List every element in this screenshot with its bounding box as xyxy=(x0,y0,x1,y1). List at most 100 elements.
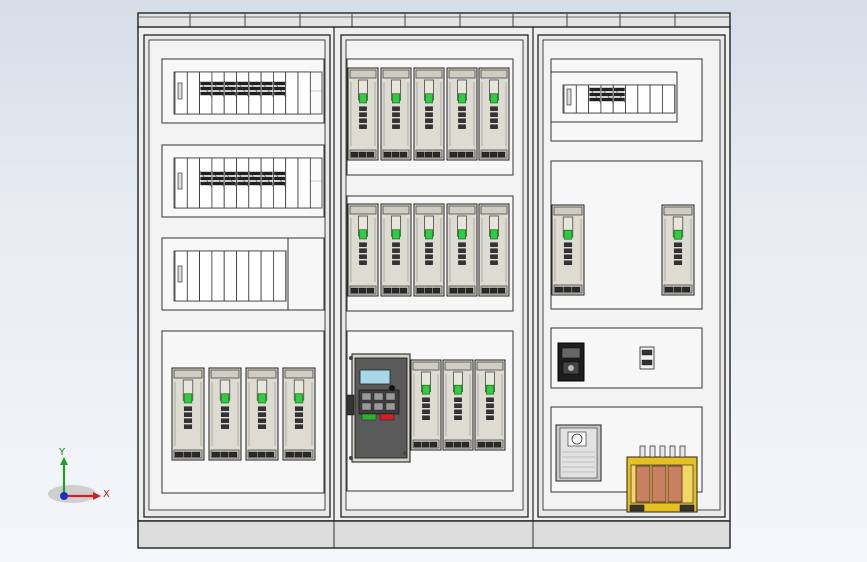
drive-connector xyxy=(392,118,400,123)
contactor-terminal xyxy=(641,359,653,366)
stop-key xyxy=(379,413,395,421)
transformer-terminal xyxy=(639,445,646,458)
vfd-unit xyxy=(555,424,602,482)
drive-connector xyxy=(458,248,466,253)
drive-connector xyxy=(458,106,466,111)
terminal-strip xyxy=(161,144,325,218)
servo-drive xyxy=(478,67,510,161)
triad-y-label: Y xyxy=(58,447,66,458)
drive-connector xyxy=(183,424,193,429)
drive-terminal xyxy=(366,287,375,294)
drive-connector xyxy=(454,397,462,402)
drive-terminal xyxy=(383,287,392,294)
inverter-unit xyxy=(346,353,411,463)
drive-terminal xyxy=(449,287,458,294)
drive-terminal xyxy=(391,151,400,158)
drive-terminal xyxy=(682,286,691,293)
terminal-strip xyxy=(550,71,678,123)
terminal-screw xyxy=(237,176,249,181)
drive-terminal xyxy=(457,151,466,158)
terminal-screw xyxy=(274,86,285,91)
drive-terminal xyxy=(485,441,494,448)
servo-drive xyxy=(347,203,379,297)
drive-connector xyxy=(425,248,433,253)
drive-display xyxy=(359,229,367,240)
transformer-foot xyxy=(629,504,645,512)
drive-top-vent xyxy=(412,361,440,371)
drive-terminal xyxy=(429,441,438,448)
drive-connector xyxy=(294,418,304,423)
keypad-key xyxy=(361,392,372,401)
drive-terminal xyxy=(424,287,433,294)
drive-terminal xyxy=(554,286,563,293)
breaker-knob-icon xyxy=(568,365,574,371)
keypad-key xyxy=(361,402,372,411)
drive-terminal xyxy=(383,151,392,158)
servo-drive xyxy=(208,367,242,461)
drive-terminal xyxy=(192,451,201,458)
servo-drive xyxy=(442,359,474,451)
drive-terminal xyxy=(673,286,682,293)
drive-connector xyxy=(490,260,498,265)
drive-connector xyxy=(425,254,433,259)
drive-connector xyxy=(422,403,430,408)
terminal-block xyxy=(248,250,262,302)
terminal-block xyxy=(285,157,299,209)
drive-terminal xyxy=(664,286,673,293)
drive-top-vent xyxy=(415,69,443,79)
drive-top-vent xyxy=(476,361,504,371)
drive-terminal xyxy=(416,151,425,158)
drive-connector xyxy=(359,260,367,265)
transformer-terminal xyxy=(669,445,676,458)
drive-connector xyxy=(490,112,498,117)
drive-terminal xyxy=(489,287,498,294)
transformer-terminal xyxy=(679,445,686,458)
drive-terminal xyxy=(477,441,486,448)
terminal-block xyxy=(297,71,311,115)
terminal-screw xyxy=(212,176,224,181)
drive-terminal xyxy=(481,287,490,294)
drive-connector xyxy=(183,418,193,423)
electrical-cabinet-drawing: X Y xyxy=(48,12,731,549)
drive-display xyxy=(392,93,400,104)
drive-top-vent xyxy=(382,205,410,215)
triad-plane-ellipse xyxy=(48,485,96,503)
drive-connector xyxy=(359,112,367,117)
drive-connector xyxy=(392,106,400,111)
terminal-screw xyxy=(249,86,261,91)
terminal-screw xyxy=(224,176,236,181)
drive-terminal xyxy=(350,287,359,294)
servo-drive xyxy=(551,204,585,296)
drive-terminal xyxy=(285,451,294,458)
drive-connector xyxy=(257,406,267,411)
drive-terminal xyxy=(416,287,425,294)
drive-display xyxy=(458,229,466,240)
terminal-strip xyxy=(161,237,289,311)
drive-display xyxy=(183,393,193,404)
terminal-block xyxy=(186,250,201,302)
drive-connector xyxy=(486,409,494,414)
servo-drive xyxy=(410,359,442,451)
end-stop xyxy=(177,82,183,100)
drive-display xyxy=(294,393,304,404)
drive-top-vent xyxy=(444,361,472,371)
drive-display xyxy=(454,384,462,395)
drive-connector xyxy=(183,406,193,411)
drive-connector xyxy=(220,418,230,423)
servo-drive xyxy=(446,203,478,297)
inverter-side-clamp xyxy=(346,394,355,416)
drive-connector xyxy=(359,124,367,129)
drive-terminal xyxy=(572,286,581,293)
keypad-key xyxy=(373,392,384,401)
drive-connector xyxy=(294,406,304,411)
drive-connector xyxy=(563,260,573,265)
terminal-block xyxy=(186,71,201,115)
drive-connector xyxy=(392,242,400,247)
drive-terminal xyxy=(211,451,220,458)
drive-display xyxy=(490,229,498,240)
transformer-coil xyxy=(651,465,667,503)
drive-display xyxy=(425,229,433,240)
drive-connector xyxy=(486,403,494,408)
drive-connector xyxy=(673,260,683,265)
servo-drive xyxy=(245,367,279,461)
